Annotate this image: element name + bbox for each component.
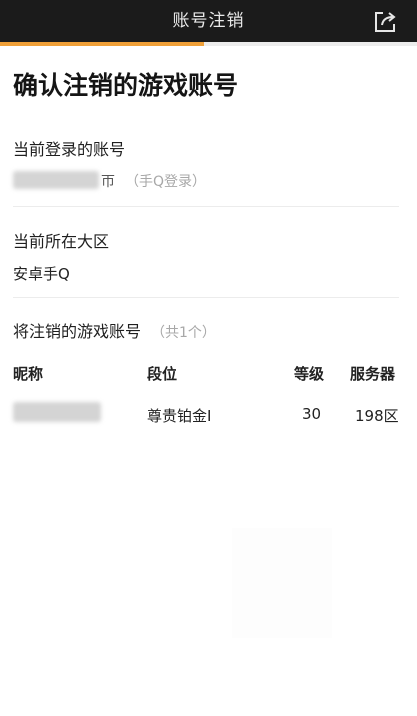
- faint-overlay-artifact: [232, 528, 332, 638]
- header-title: 账号注销: [172, 11, 245, 31]
- current-region-value: 安卓手Q: [13, 265, 70, 283]
- level-cell: 30: [302, 405, 322, 423]
- page-title: 确认注销的游戏账号: [13, 71, 239, 100]
- server-cell: 198区: [355, 407, 399, 425]
- divider: [13, 297, 399, 298]
- share-button[interactable]: [371, 8, 399, 36]
- column-header-level: 等级: [294, 365, 325, 383]
- account-name-visible-part: 帀: [101, 174, 115, 190]
- accounts-count: （共1个）: [151, 325, 216, 341]
- accounts-to-cancel-label: 将注销的游戏账号: [13, 322, 142, 341]
- rank-cell: 尊贵铂金I: [147, 407, 212, 425]
- current-account-value: 帀 （手Q登录）: [13, 168, 313, 192]
- current-region-label: 当前所在大区: [13, 232, 110, 251]
- share-out-icon: [375, 12, 396, 32]
- redacted-account-name: [13, 171, 99, 189]
- progress-track: [0, 42, 417, 46]
- column-header-rank: 段位: [147, 365, 178, 383]
- redacted-nickname: [13, 402, 101, 422]
- current-account-label: 当前登录的账号: [13, 140, 126, 159]
- login-type-note: （手Q登录）: [125, 174, 207, 190]
- divider: [13, 206, 399, 207]
- progress-fill: [0, 42, 205, 46]
- column-header-nickname: 昵称: [13, 365, 44, 383]
- accounts-to-cancel-header: 将注销的游戏账号 （共1个）: [13, 318, 216, 342]
- top-bar: 账号注销: [0, 0, 417, 42]
- column-header-server: 服务器: [350, 365, 396, 383]
